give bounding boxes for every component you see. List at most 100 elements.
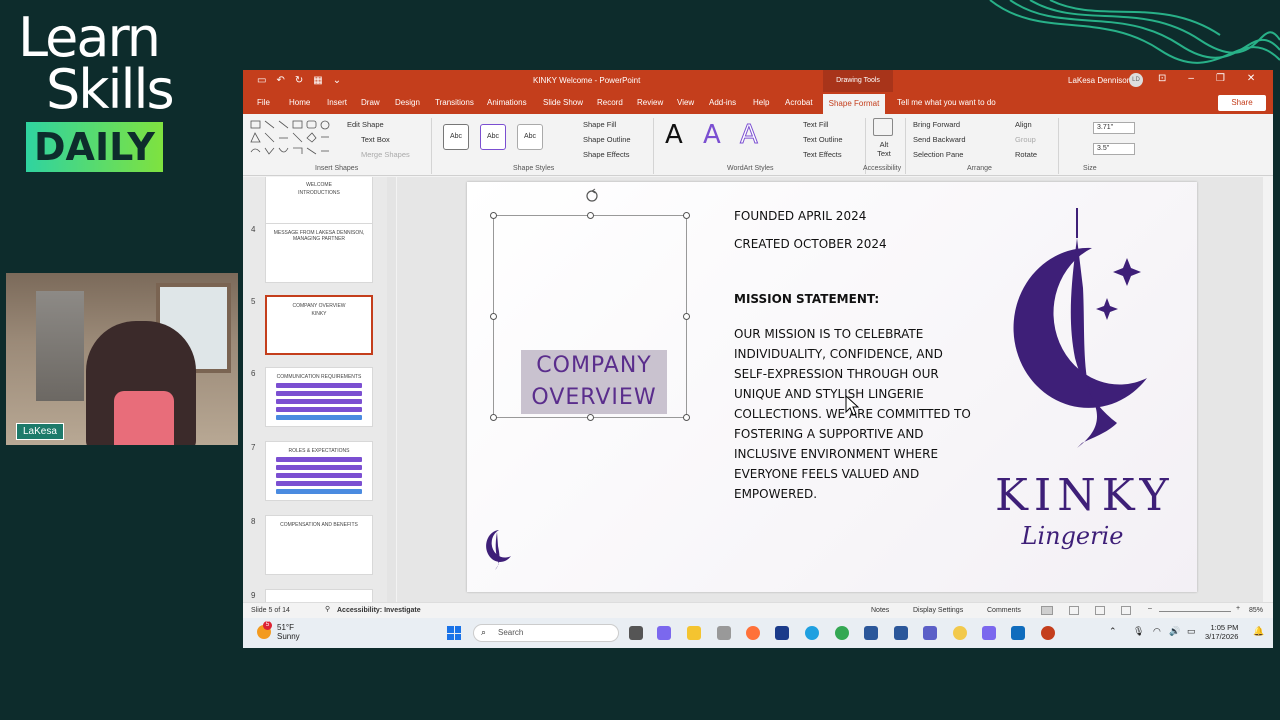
resize-handle[interactable] [683, 414, 690, 421]
tab-animations[interactable]: Animations [487, 98, 527, 107]
edge-icon[interactable] [805, 626, 819, 640]
tab-transitions[interactable]: Transitions [435, 98, 474, 107]
clock[interactable]: 1:05 PM 3/17/2026 [1205, 623, 1238, 641]
shape-style-black[interactable]: Abc [443, 124, 469, 150]
thumbnail-scrollbar[interactable] [387, 177, 396, 602]
close-icon[interactable]: ✕ [1247, 73, 1255, 84]
mission-heading[interactable]: MISSION STATEMENT: [734, 292, 879, 306]
accessibility-status[interactable]: Accessibility: Investigate [337, 607, 421, 614]
tab-view[interactable]: View [677, 98, 694, 107]
resize-handle[interactable] [683, 313, 690, 320]
microphone-icon[interactable]: 🎙 [1133, 626, 1144, 637]
weather-widget[interactable]: 51°F Sunny [277, 623, 300, 641]
normal-view-icon[interactable] [1041, 606, 1053, 615]
wordart-style-black[interactable]: A [665, 120, 683, 150]
alt-text-icon[interactable] [873, 118, 893, 136]
notifications-icon[interactable]: 🔔 [1253, 626, 1264, 637]
shape-style-gray[interactable]: Abc [517, 124, 543, 150]
word-icon[interactable] [894, 626, 908, 640]
bring-forward-button[interactable]: Bring Forward [913, 120, 960, 129]
comments-button[interactable]: Comments [987, 607, 1021, 614]
align-button[interactable]: Align [1015, 120, 1032, 129]
volume-icon[interactable]: 🔊 [1169, 626, 1180, 637]
wordart-style-outline[interactable]: A [740, 120, 759, 151]
store-icon[interactable] [717, 626, 731, 640]
restore-icon[interactable]: ❐ [1216, 73, 1225, 84]
shape-width-field[interactable]: 3.5" [1093, 143, 1135, 155]
tab-file[interactable]: File [257, 98, 270, 107]
teams-alt-icon[interactable] [982, 626, 996, 640]
app-b-icon[interactable] [775, 626, 789, 640]
slide-thumbnail-9[interactable] [265, 589, 373, 602]
resize-handle[interactable] [490, 414, 497, 421]
avatar[interactable]: LD [1129, 73, 1143, 87]
slide-thumbnail-7[interactable]: ROLES & EXPECTATIONS [265, 441, 373, 501]
resize-handle[interactable] [587, 212, 594, 219]
shape-fill-button[interactable]: Shape Fill [583, 120, 616, 129]
resize-handle[interactable] [683, 212, 690, 219]
tab-help[interactable]: Help [753, 98, 769, 107]
tab-home[interactable]: Home [289, 98, 310, 107]
tab-draw[interactable]: Draw [361, 98, 380, 107]
shape-height-field[interactable]: 3.71" [1093, 122, 1135, 134]
tab-add-ins[interactable]: Add-ins [709, 98, 736, 107]
slide-thumbnail-8[interactable]: COMPENSATION AND BENEFITS [265, 515, 373, 575]
mail-icon[interactable] [1011, 626, 1025, 640]
taskbar-search[interactable]: Search [473, 624, 619, 642]
text-fill-button[interactable]: Text Fill [803, 120, 828, 129]
tab-record[interactable]: Record [597, 98, 623, 107]
slide-thumbnail-5[interactable]: COMPANY OVERVIEW KINKY [265, 295, 373, 355]
undo-icon[interactable]: ↶ [276, 75, 284, 86]
zoom-in-icon[interactable]: + [1236, 605, 1240, 612]
slide-thumbnail-4[interactable]: MESSAGE FROM LAKESA DENNISON, MANAGING P… [265, 223, 373, 283]
redo-icon[interactable]: ↻ [295, 75, 303, 86]
tell-me-search[interactable]: Tell me what you want to do [897, 98, 996, 107]
slideshow-view-icon[interactable] [1121, 606, 1131, 615]
tab-review[interactable]: Review [637, 98, 663, 107]
share-button[interactable]: Share [1218, 95, 1266, 111]
shape-effects-button[interactable]: Shape Effects [583, 150, 630, 159]
windows-start-icon[interactable] [447, 626, 461, 640]
shape-style-purple[interactable]: Abc [480, 124, 506, 150]
tab-slide-show[interactable]: Slide Show [543, 98, 583, 107]
alt-text-button[interactable]: Alt Text [874, 140, 894, 158]
resize-handle[interactable] [490, 212, 497, 219]
founded-text[interactable]: FOUNDED APRIL 2024 [734, 209, 866, 223]
group-button[interactable]: Group [1015, 135, 1036, 144]
battery-icon[interactable]: ▭ [1187, 626, 1196, 637]
powerpoint-icon[interactable] [1041, 626, 1055, 640]
user-name[interactable]: LaKesa Dennison [1068, 76, 1131, 85]
video-app-icon[interactable] [923, 626, 937, 640]
shapes-gallery[interactable] [249, 118, 335, 162]
send-backward-button[interactable]: Send Backward [913, 135, 966, 144]
rotate-handle-icon[interactable] [585, 188, 599, 204]
created-text[interactable]: CREATED OCTOBER 2024 [734, 237, 887, 251]
save-icon[interactable]: ▭ [257, 75, 266, 86]
chrome-icon[interactable] [835, 626, 849, 640]
wordart-style-purple[interactable]: A [703, 120, 721, 150]
slide-canvas[interactable]: COMPANY OVERVIEW FOUNDED APRIL 2024 CREA… [467, 182, 1197, 592]
firefox-icon[interactable] [746, 626, 760, 640]
tab-design[interactable]: Design [395, 98, 420, 107]
slide-thumbnail-6[interactable]: COMMUNICATION REQUIREMENTS [265, 367, 373, 427]
resize-handle[interactable] [490, 313, 497, 320]
shape-outline-button[interactable]: Shape Outline [583, 135, 631, 144]
ribbon-display-icon[interactable]: ⊡ [1158, 73, 1166, 84]
text-effects-button[interactable]: Text Effects [803, 150, 842, 159]
tab-acrobat[interactable]: Acrobat [785, 98, 813, 107]
text-box-button[interactable]: Text Box [361, 135, 390, 144]
customize-icon[interactable]: ⌄ [333, 75, 341, 86]
rotate-button[interactable]: Rotate [1015, 150, 1037, 159]
slideshow-icon[interactable]: ▦ [313, 75, 322, 86]
edit-shape-button[interactable]: Edit Shape [347, 120, 384, 129]
accessibility-icon[interactable]: ⚲ [325, 605, 330, 613]
slide-title[interactable]: COMPANY OVERVIEW [521, 350, 667, 414]
zoom-out-icon[interactable]: – [1148, 605, 1152, 612]
outlook-icon[interactable] [864, 626, 878, 640]
slide-sorter-icon[interactable] [1069, 606, 1079, 615]
text-outline-button[interactable]: Text Outline [803, 135, 843, 144]
chevron-up-icon[interactable]: ⌃ [1109, 626, 1117, 637]
minimize-icon[interactable]: – [1188, 73, 1194, 84]
selection-pane-button[interactable]: Selection Pane [913, 150, 963, 159]
brand-name[interactable]: KINKY [995, 472, 1169, 520]
